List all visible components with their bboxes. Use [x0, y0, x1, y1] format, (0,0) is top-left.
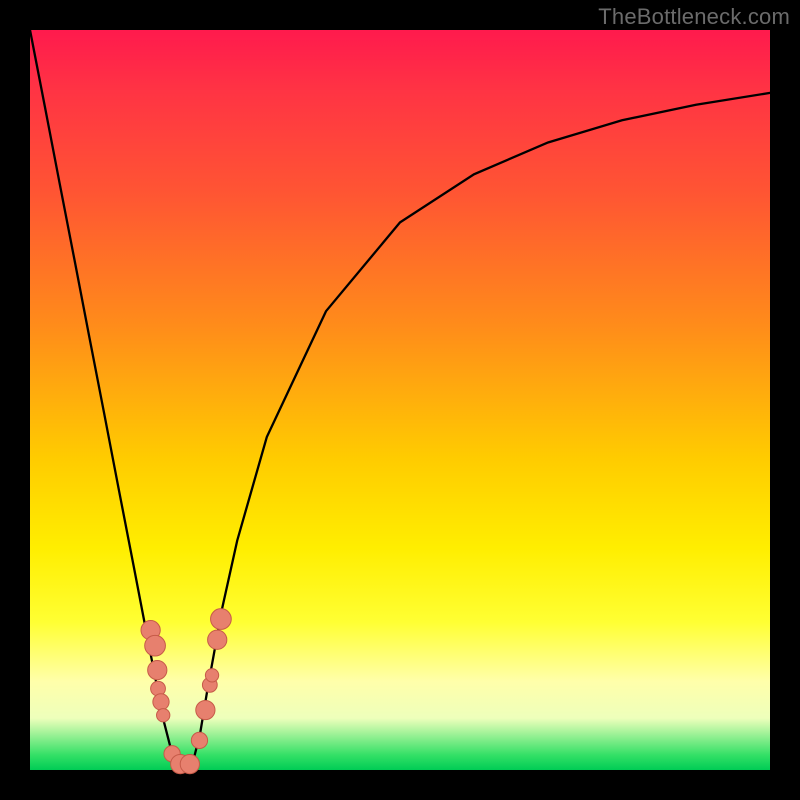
- chart-frame: TheBottleneck.com: [0, 0, 800, 800]
- plot-area: [30, 30, 770, 770]
- curve-marker: [153, 694, 169, 710]
- curve-markers: [141, 609, 231, 774]
- curve-marker: [205, 669, 218, 682]
- curve-marker: [145, 635, 166, 656]
- curve-marker: [180, 754, 199, 773]
- curve-svg: [30, 30, 770, 770]
- curve-marker: [157, 709, 170, 722]
- bottleneck-curve: [30, 30, 770, 770]
- watermark-text: TheBottleneck.com: [598, 4, 790, 30]
- curve-marker: [208, 630, 227, 649]
- curve-marker: [148, 660, 167, 679]
- curve-marker: [196, 700, 215, 719]
- curve-marker: [191, 732, 207, 748]
- curve-marker: [211, 609, 232, 630]
